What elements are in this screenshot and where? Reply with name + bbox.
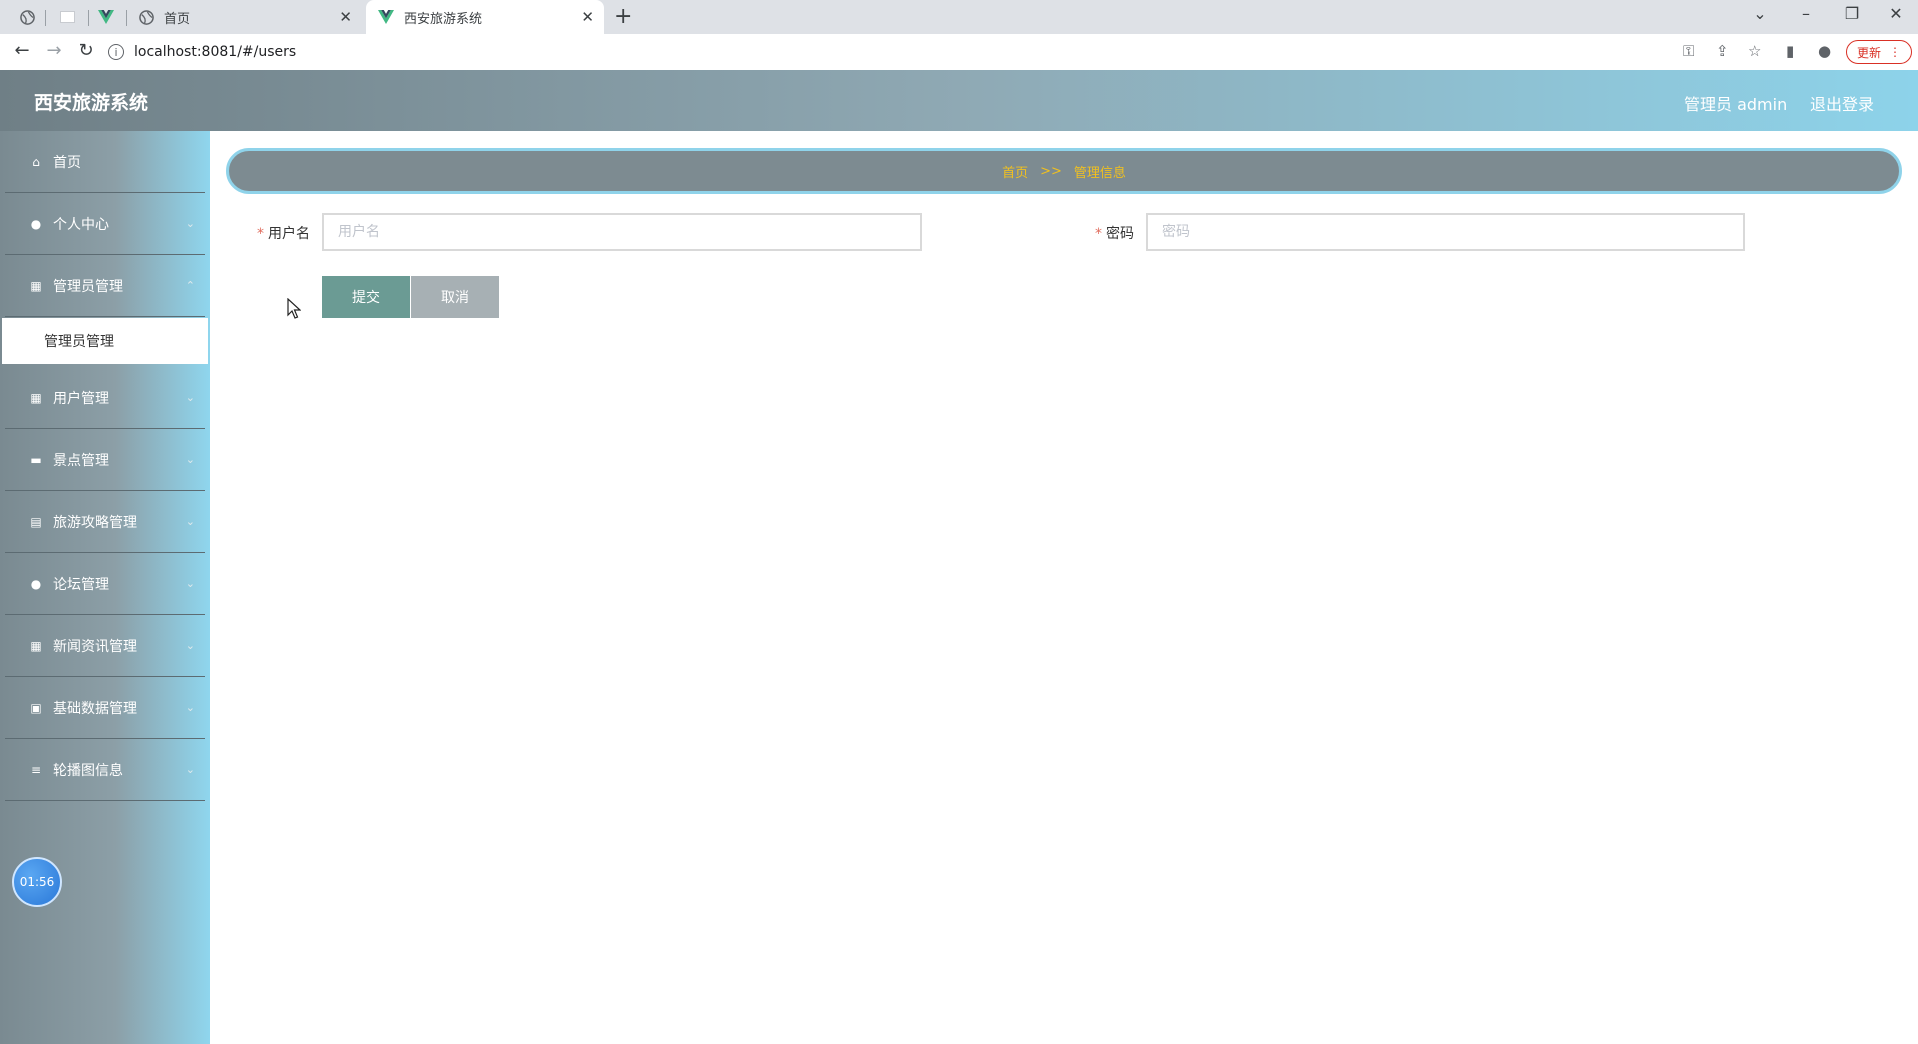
sidebar-item-label: 景点管理 — [53, 452, 109, 469]
url-text: localhost:8081/#/users — [134, 44, 297, 60]
briefcase-icon: ▣ — [30, 700, 42, 715]
sidebar-item-label: 基础数据管理 — [53, 700, 137, 717]
sidebar-item-label: 管理员管理 — [53, 278, 123, 295]
sidebar-item-forum-management[interactable]: ● 论坛管理 ⌄ — [5, 553, 205, 615]
more-vert-icon: ⋮ — [1889, 45, 1902, 59]
chevron-up-icon: ⌃ — [185, 279, 195, 292]
globe-icon — [138, 9, 154, 25]
required-asterisk: * — [1095, 226, 1102, 242]
profile-icon[interactable]: ● — [1818, 42, 1831, 60]
user-icon: ● — [30, 216, 42, 231]
forward-arrow-icon[interactable]: → — [42, 40, 66, 61]
share-icon[interactable]: ⇪ — [1716, 42, 1729, 60]
clock-widget[interactable]: 01:56 — [12, 857, 62, 907]
restore-icon[interactable]: ❐ — [1832, 4, 1872, 23]
required-asterisk: * — [257, 226, 264, 242]
username-input[interactable] — [322, 213, 922, 251]
username-label-text: 用户名 — [268, 226, 310, 242]
chevron-down-icon: ⌄ — [185, 701, 195, 714]
password-label: * 密码 — [1095, 223, 1134, 243]
clipboard-icon: ▤ — [30, 514, 42, 529]
vue-logo-icon — [378, 9, 394, 25]
tab-xian-travel[interactable]: 西安旅游系统 ✕ — [366, 0, 604, 34]
breadcrumb-home[interactable]: 首页 — [1002, 162, 1028, 181]
grid-icon: ▦ — [30, 638, 42, 653]
chevron-down-icon: ⌄ — [185, 391, 195, 404]
sidebar-item-carousel-info[interactable]: ≡ 轮播图信息 ⌄ — [5, 739, 205, 801]
sidebar-item-label: 个人中心 — [53, 216, 109, 233]
breadcrumb: 首页 >> 管理信息 — [226, 148, 1902, 194]
sidebar: ⌂ 首页 ● 个人中心 ⌄ ▦ 管理员管理 ⌃ 管理员管理 ▦ 用户管理 ⌄ ▬… — [0, 131, 210, 1044]
update-label: 更新 — [1857, 45, 1882, 60]
globe-icon[interactable] — [16, 6, 38, 28]
browser-tab-bar: 首页 ✕ 西安旅游系统 ✕ + ⌄ – ❐ ✕ — [0, 0, 1918, 34]
sidebar-item-personal-center[interactable]: ● 个人中心 ⌄ — [5, 193, 205, 255]
back-arrow-icon[interactable]: ← — [10, 40, 34, 61]
sidebar-item-label: 旅游攻略管理 — [53, 514, 137, 531]
site-info-icon[interactable]: i — [108, 44, 124, 60]
star-icon[interactable]: ☆ — [1748, 42, 1761, 60]
breadcrumb-separator: >> — [1040, 163, 1062, 179]
minimize-icon[interactable]: – — [1786, 4, 1826, 23]
logout-link[interactable]: 退出登录 — [1810, 91, 1874, 115]
list-icon: ≡ — [30, 762, 42, 777]
chat-icon: ▬ — [30, 452, 42, 467]
tab-title: 首页 — [164, 11, 191, 27]
window-close-icon[interactable]: ✕ — [1876, 4, 1916, 23]
tab-search-chevron-icon[interactable]: ⌄ — [1740, 4, 1780, 23]
password-label-text: 密码 — [1106, 226, 1134, 242]
breadcrumb-current: 管理信息 — [1073, 165, 1126, 181]
sidebar-item-guide-management[interactable]: ▤ 旅游攻略管理 ⌄ — [5, 491, 205, 553]
sidebar-item-label: 论坛管理 — [53, 576, 109, 593]
sidebar-item-admin-management[interactable]: ▦ 管理员管理 ⌃ — [5, 255, 205, 317]
sidebar-item-label: 轮播图信息 — [53, 762, 123, 779]
sidebar-item-label: 首页 — [53, 154, 81, 171]
sidebar-item-basic-data-management[interactable]: ▣ 基础数据管理 ⌄ — [5, 677, 205, 739]
chevron-down-icon: ⌄ — [185, 577, 195, 590]
grid-icon: ▦ — [30, 390, 42, 405]
side-panel-icon[interactable]: ▮ — [1786, 42, 1794, 60]
grid-icon: ▦ — [30, 278, 42, 293]
user-icon: ● — [30, 576, 42, 591]
password-input[interactable] — [1146, 213, 1745, 251]
current-user: 管理员 admin — [1684, 95, 1788, 114]
app-header: 西安旅游系统 管理员 admin 退出登录 — [0, 70, 1918, 131]
chevron-down-icon: ⌄ — [185, 453, 195, 466]
sidebar-item-news-management[interactable]: ▦ 新闻资讯管理 ⌄ — [5, 615, 205, 677]
chevron-down-icon: ⌄ — [185, 217, 195, 230]
home-icon: ⌂ — [32, 154, 40, 169]
sidebar-item-label: 新闻资讯管理 — [53, 638, 137, 655]
close-tab-icon[interactable]: ✕ — [339, 8, 352, 26]
blank-page-icon[interactable] — [56, 6, 78, 28]
update-button[interactable]: 更新 ⋮ — [1846, 40, 1913, 64]
reload-icon[interactable]: ↻ — [74, 40, 98, 61]
tab-title: 西安旅游系统 — [404, 11, 483, 27]
sidebar-item-user-management[interactable]: ▦ 用户管理 ⌄ — [5, 367, 205, 429]
chevron-down-icon: ⌄ — [185, 639, 195, 652]
username-label: * 用户名 — [257, 223, 310, 243]
mouse-cursor-icon — [287, 298, 301, 319]
clock-time: 01:56 — [19, 875, 55, 889]
sidebar-subitem-admin-management[interactable]: 管理员管理 — [2, 318, 208, 364]
new-tab-icon[interactable]: + — [614, 4, 632, 29]
chevron-down-icon: ⌄ — [185, 763, 195, 776]
sidebar-item-label: 用户管理 — [53, 390, 109, 407]
chevron-down-icon: ⌄ — [185, 515, 195, 528]
address-bar: ← → ↻ i localhost:8081/#/users ⚿ ⇪ ☆ ▮ ●… — [0, 34, 1918, 71]
submit-button[interactable]: 提交 — [322, 276, 410, 318]
cancel-button[interactable]: 取消 — [411, 276, 499, 318]
sidebar-subitem-label: 管理员管理 — [44, 334, 114, 350]
app-title: 西安旅游系统 — [34, 92, 149, 114]
vue-logo-icon[interactable] — [95, 6, 117, 28]
tab-home[interactable]: 首页 ✕ — [134, 0, 362, 34]
url-field[interactable]: i localhost:8081/#/users — [108, 39, 1908, 65]
sidebar-item-scenic-management[interactable]: ▬ 景点管理 ⌄ — [5, 429, 205, 491]
key-icon[interactable]: ⚿ — [1683, 42, 1694, 60]
sidebar-item-home[interactable]: ⌂ 首页 — [5, 131, 205, 193]
close-tab-icon[interactable]: ✕ — [581, 8, 594, 26]
